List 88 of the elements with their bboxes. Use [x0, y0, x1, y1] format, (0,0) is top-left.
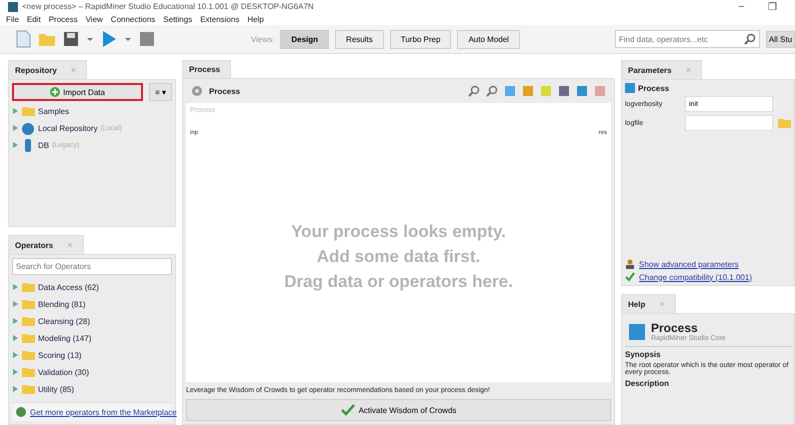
empty-message: Your process looks empty. — [291, 222, 506, 242]
expand-arrow-icon[interactable] — [12, 284, 18, 290]
expand-arrow-icon[interactable] — [12, 142, 18, 148]
activate-button[interactable]: Activate Wisdom of Crowds — [186, 399, 611, 421]
window-title: <new process> – RapidMiner Studio Educational 10.1.001 @ DESKTOP-NG6A7N — [22, 2, 314, 11]
panel-title: Parameters — [628, 66, 672, 74]
folder-icon — [21, 314, 35, 328]
folder-icon — [21, 331, 35, 345]
expand-arrow-icon[interactable] — [12, 108, 18, 114]
search-icon — [744, 33, 756, 45]
view-tab[interactable]: Auto Model — [457, 30, 520, 48]
window-control[interactable]: ❐ — [758, 0, 787, 12]
checkmark-icon — [340, 404, 355, 416]
marketplace-link[interactable]: Get more operators from the Marketplace — [30, 408, 177, 416]
menu-item[interactable]: Help — [247, 14, 264, 24]
empty-message: Add some data first. — [316, 247, 480, 267]
folder-icon — [21, 297, 35, 311]
import-data-button[interactable]: Import Data — [12, 83, 144, 101]
menu-button[interactable]: ≡ ▾ — [149, 83, 172, 101]
expand-arrow-icon[interactable] — [12, 352, 18, 358]
scope-dropdown[interactable]: All Stu — [766, 30, 795, 48]
panel-title: Repository — [15, 66, 57, 74]
tree-item[interactable]: Scoring (13) — [38, 350, 82, 360]
tree-item[interactable]: Data Access (62) — [38, 282, 99, 292]
view-tab[interactable]: Turbo Prep — [390, 30, 452, 48]
tree-item[interactable]: Local Repository — [38, 124, 98, 132]
parameter-field[interactable] — [685, 115, 773, 131]
expand-arrow-icon[interactable] — [12, 335, 18, 341]
search-field[interactable]: Find data, operators...etc — [614, 30, 760, 48]
menu-item[interactable]: Extensions — [200, 14, 240, 24]
new-file-icon[interactable] — [14, 30, 32, 48]
people-icon — [625, 259, 635, 269]
folder-icon — [21, 348, 35, 362]
zoom-out-icon[interactable] — [486, 85, 498, 97]
menu-item[interactable]: Settings — [163, 14, 192, 24]
panel-tab[interactable]: Process — [182, 60, 232, 78]
folder-icon — [21, 382, 35, 396]
tree-item[interactable]: Blending (81) — [38, 300, 86, 308]
operator-name: Process — [651, 321, 698, 335]
panel-tab[interactable]: Help × — [621, 294, 676, 313]
view-tab[interactable]: Design — [280, 30, 330, 48]
empty-message: Drag data or operators here. — [284, 272, 513, 292]
panel-tab[interactable]: Parameters × — [621, 60, 702, 79]
checkmark-icon — [625, 272, 635, 282]
folder-icon — [21, 104, 35, 118]
folder-icon — [21, 365, 35, 379]
panel-title: Help — [628, 300, 646, 308]
menu-item[interactable]: File — [6, 14, 19, 24]
expand-arrow-icon[interactable] — [12, 301, 18, 307]
menu-item[interactable]: Connections — [110, 14, 156, 24]
process-icon — [625, 83, 635, 93]
search-field[interactable]: Search for Operators — [12, 258, 172, 275]
views-label: Views: — [250, 34, 274, 44]
tree-item[interactable]: Cleansing (28) — [38, 316, 90, 326]
menu-item[interactable]: Edit — [26, 14, 41, 24]
expand-arrow-icon[interactable] — [12, 125, 18, 131]
expand-arrow-icon[interactable] — [12, 318, 18, 324]
tree-item[interactable]: Validation (30) — [38, 368, 89, 376]
expand-arrow-icon[interactable] — [12, 386, 18, 392]
menu-item[interactable]: Process — [48, 14, 78, 24]
section-heading: Synopsis — [625, 350, 662, 359]
view-tab[interactable]: Results — [335, 30, 384, 48]
panel-title: Process — [189, 65, 220, 74]
plus-icon — [50, 87, 60, 97]
stop-icon[interactable] — [138, 30, 156, 48]
zoom-in-icon[interactable] — [468, 85, 480, 97]
panel-tab[interactable]: Repository × — [8, 60, 88, 79]
panel-tab[interactable]: Operators × — [8, 235, 84, 254]
process-icon — [629, 324, 645, 340]
app-icon — [8, 2, 18, 12]
play-icon[interactable] — [100, 30, 118, 48]
menu-item[interactable]: View — [86, 14, 103, 24]
save-icon[interactable] — [62, 30, 80, 48]
folder-icon — [21, 280, 35, 294]
panel-title: Operators — [15, 240, 54, 250]
breadcrumb[interactable]: Process — [209, 86, 240, 96]
gear-icon — [191, 85, 203, 97]
expand-arrow-icon[interactable] — [12, 369, 18, 375]
parameter-link[interactable]: Show advanced parameters — [639, 260, 739, 268]
tree-item[interactable]: Modeling (147) — [38, 334, 92, 342]
tree-item[interactable]: Utility (85) — [38, 384, 74, 394]
window-control[interactable]: – — [728, 1, 754, 12]
tree-item[interactable]: Samples — [38, 106, 70, 116]
folder-icon[interactable] — [777, 116, 791, 130]
section-heading: Description — [625, 379, 670, 388]
parameter-link[interactable]: Change compatibility (10.1.001) — [639, 272, 752, 282]
tree-item[interactable]: DB — [38, 140, 50, 150]
operator-name: Process — [638, 84, 670, 92]
